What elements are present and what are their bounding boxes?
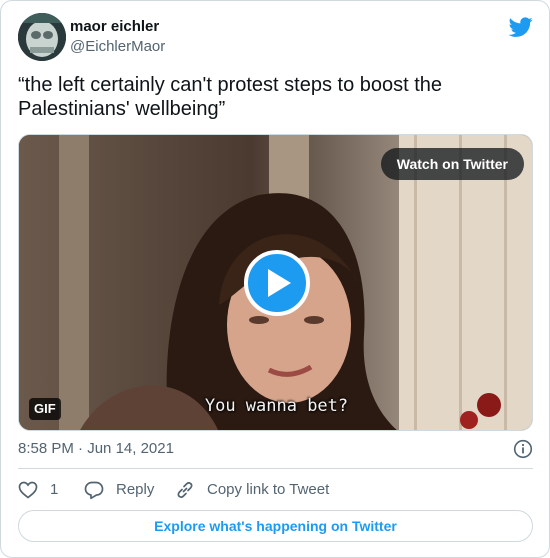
action-bar: 1 Reply Copy link to Tweet — [18, 479, 533, 501]
reply-button[interactable]: Reply — [84, 479, 164, 501]
like-count: 1 — [50, 481, 59, 498]
tweet-card: maor eichler @EichlerMaor “the left cert… — [0, 0, 550, 558]
tweet-header: maor eichler @EichlerMaor — [18, 13, 533, 63]
author-names: maor eichler @EichlerMaor — [70, 17, 165, 57]
twitter-bird-icon[interactable] — [509, 15, 533, 39]
play-button[interactable] — [244, 250, 310, 316]
display-name[interactable]: maor eichler — [70, 17, 165, 37]
copy-link-button[interactable]: Copy link to Tweet — [175, 479, 345, 501]
tweet-text: “the left certainly can't protest steps … — [18, 74, 443, 120]
avatar[interactable] — [18, 13, 66, 61]
tweet-date: Jun 14, 2021 — [87, 440, 174, 457]
heart-icon — [18, 481, 38, 499]
link-icon — [177, 482, 193, 498]
avatar-image — [18, 13, 66, 61]
copy-link-label: Copy link to Tweet — [207, 481, 330, 498]
gif-media[interactable]: Watch on Twitter GIF You wanna bet? — [18, 134, 533, 431]
timestamp-separator: · — [78, 440, 84, 457]
like-button[interactable]: 1 — [18, 479, 78, 501]
info-icon[interactable] — [513, 439, 533, 459]
watch-on-twitter-button[interactable]: Watch on Twitter — [380, 148, 524, 180]
tweet-time: 8:58 PM — [18, 440, 74, 457]
tweet-timestamp[interactable]: 8:58 PM · Jun 14, 2021 — [18, 439, 533, 459]
explore-twitter-button[interactable]: Explore what's happening on Twitter — [18, 510, 533, 542]
play-icon — [268, 269, 291, 297]
gif-subtitle: You wanna bet? — [204, 396, 349, 416]
divider — [18, 468, 533, 469]
handle[interactable]: @EichlerMaor — [70, 37, 165, 57]
reply-icon — [84, 481, 104, 500]
reply-label: Reply — [116, 481, 155, 498]
